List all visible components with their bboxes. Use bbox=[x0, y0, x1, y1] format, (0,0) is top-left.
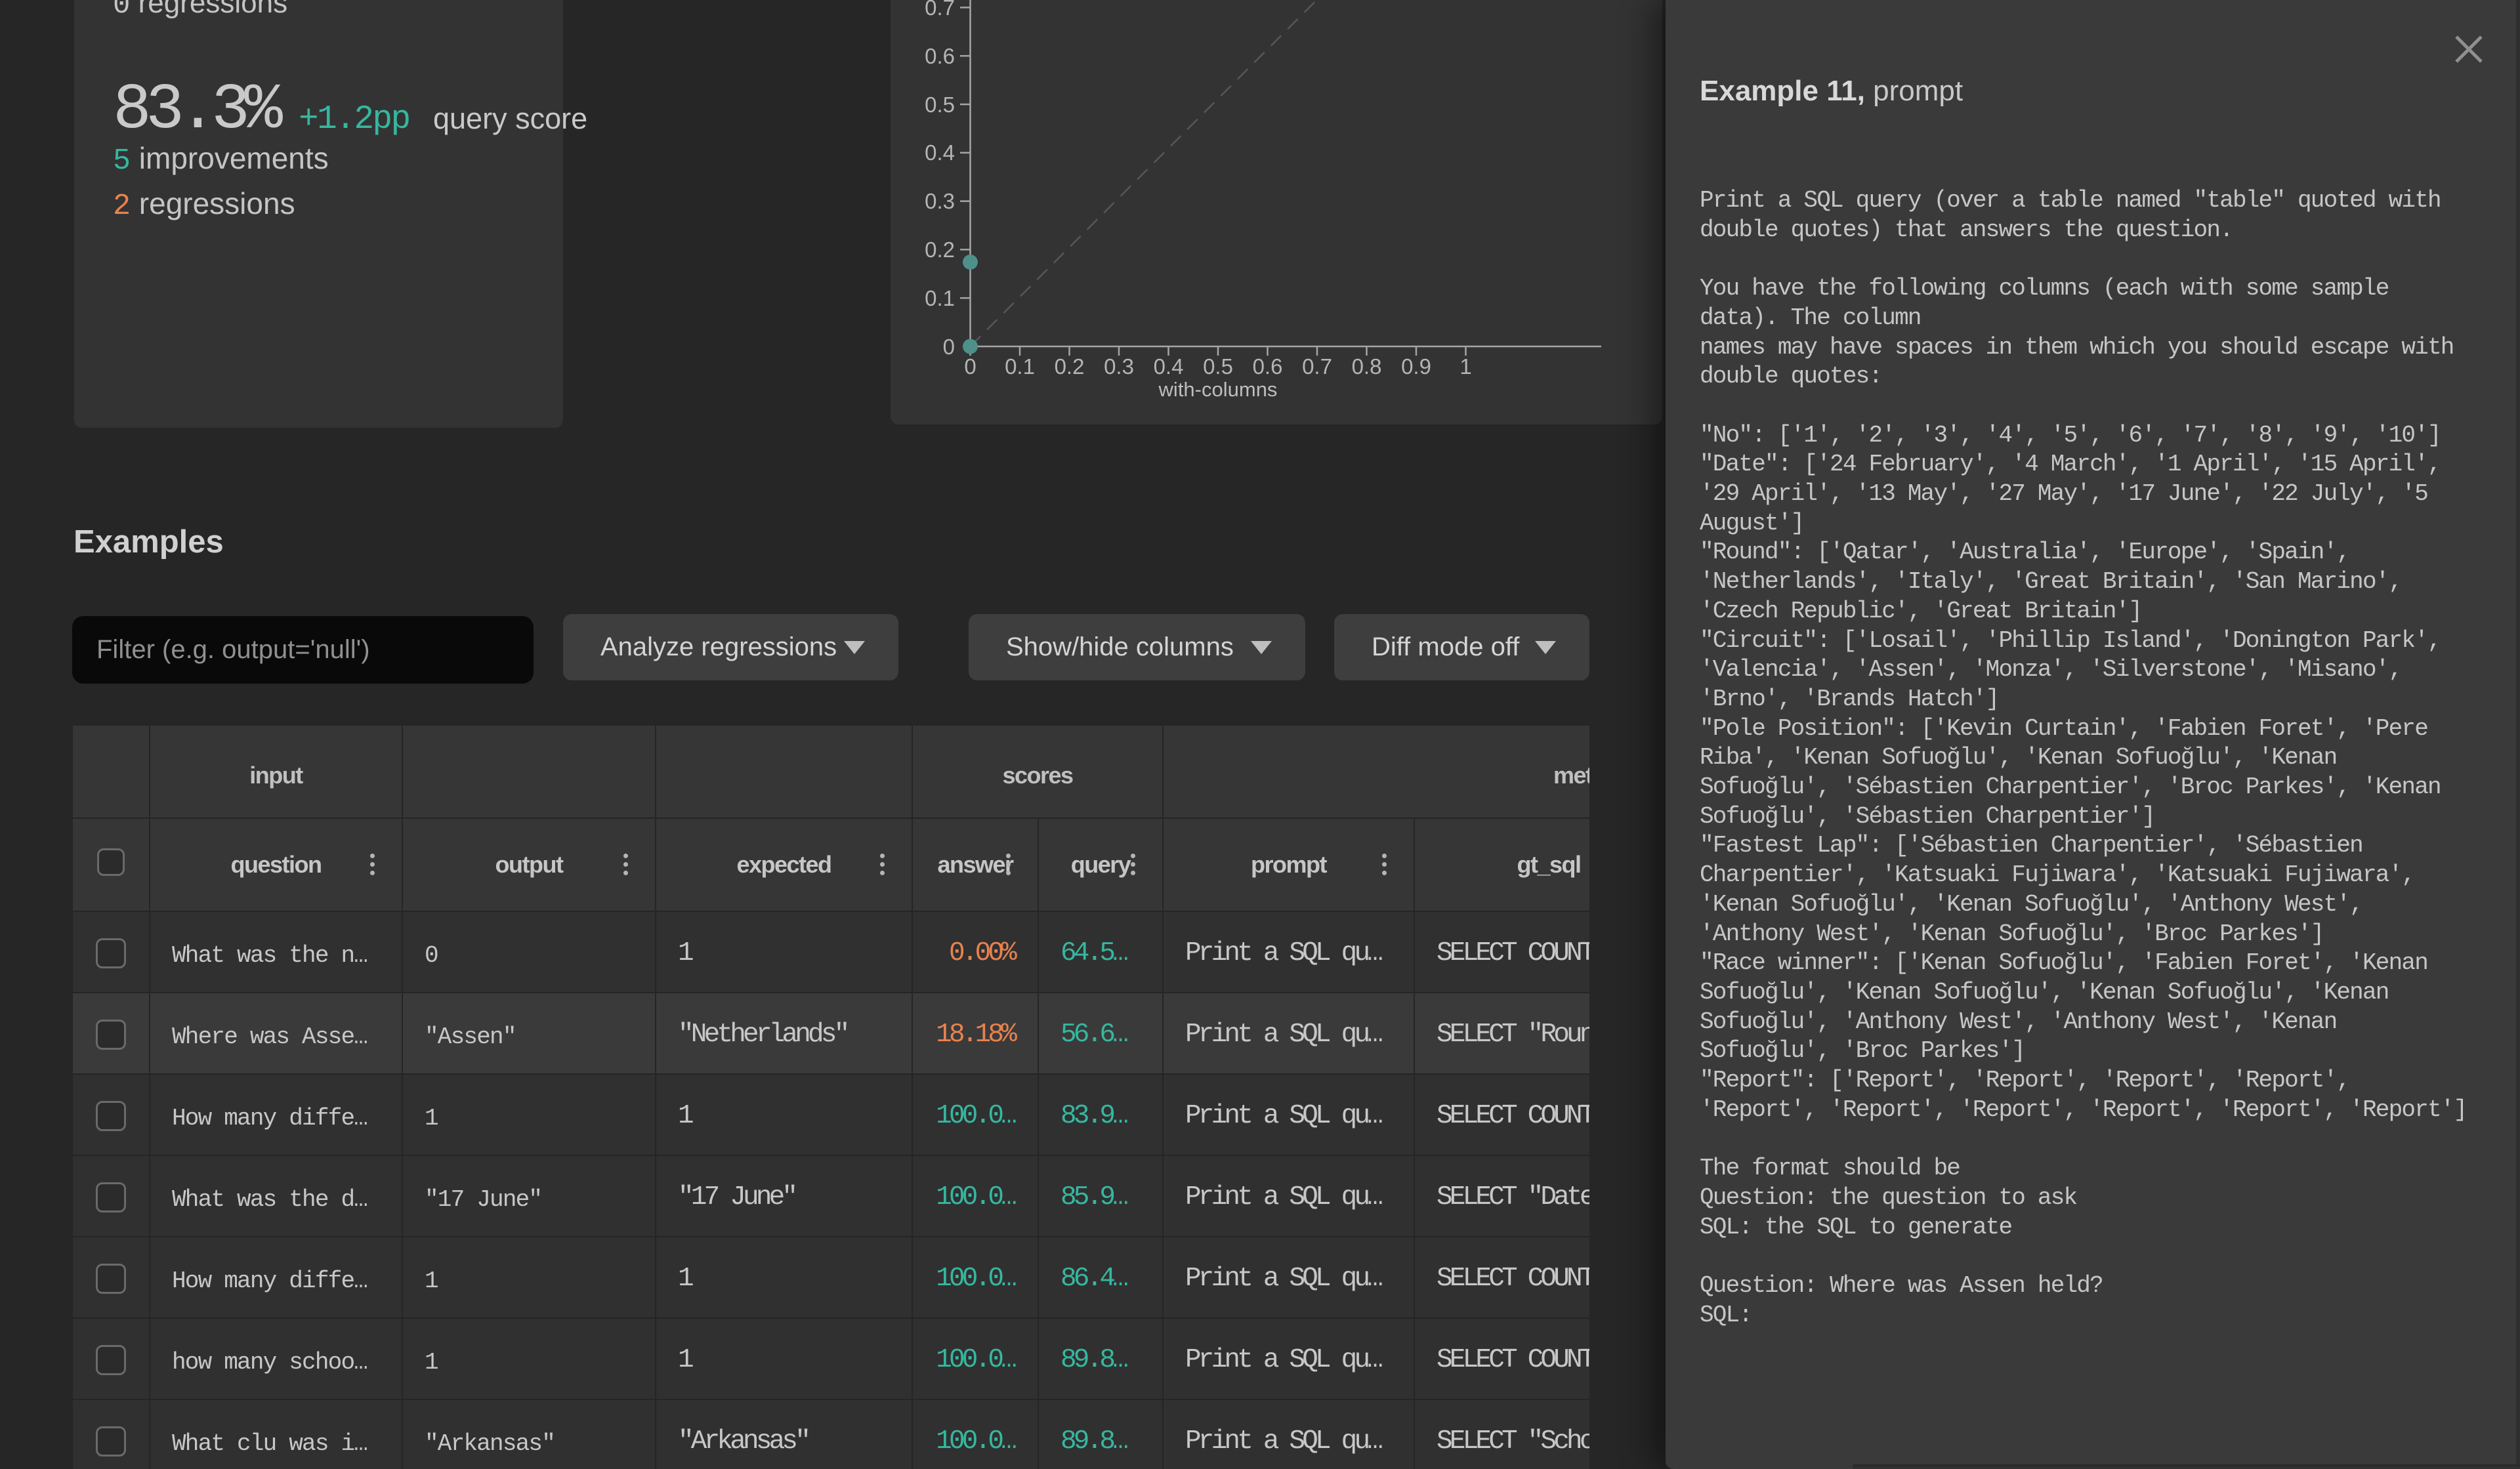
svg-text:0.9: 0.9 bbox=[1401, 354, 1431, 379]
svg-text:0.5: 0.5 bbox=[1203, 354, 1233, 379]
svg-text:0.4: 0.4 bbox=[925, 140, 955, 165]
svg-text:0.1: 0.1 bbox=[1005, 354, 1035, 379]
svg-text:1: 1 bbox=[1460, 354, 1471, 379]
svg-text:0.8: 0.8 bbox=[1352, 354, 1382, 379]
svg-text:0.3: 0.3 bbox=[1104, 354, 1134, 379]
svg-text:0.5: 0.5 bbox=[925, 93, 955, 117]
svg-text:0.4: 0.4 bbox=[1154, 354, 1184, 379]
svg-text:with-columns: with-columns bbox=[1158, 378, 1278, 401]
svg-text:0: 0 bbox=[964, 354, 976, 379]
svg-text:0.7: 0.7 bbox=[1302, 354, 1332, 379]
svg-text:0.1: 0.1 bbox=[925, 286, 955, 310]
svg-text:0.2: 0.2 bbox=[925, 238, 955, 262]
svg-text:0.7: 0.7 bbox=[925, 0, 955, 20]
svg-text:0.2: 0.2 bbox=[1055, 354, 1085, 379]
svg-text:0: 0 bbox=[943, 335, 955, 359]
svg-text:0.3: 0.3 bbox=[925, 189, 955, 213]
svg-text:0.6: 0.6 bbox=[925, 44, 955, 68]
svg-text:0.6: 0.6 bbox=[1253, 354, 1283, 379]
